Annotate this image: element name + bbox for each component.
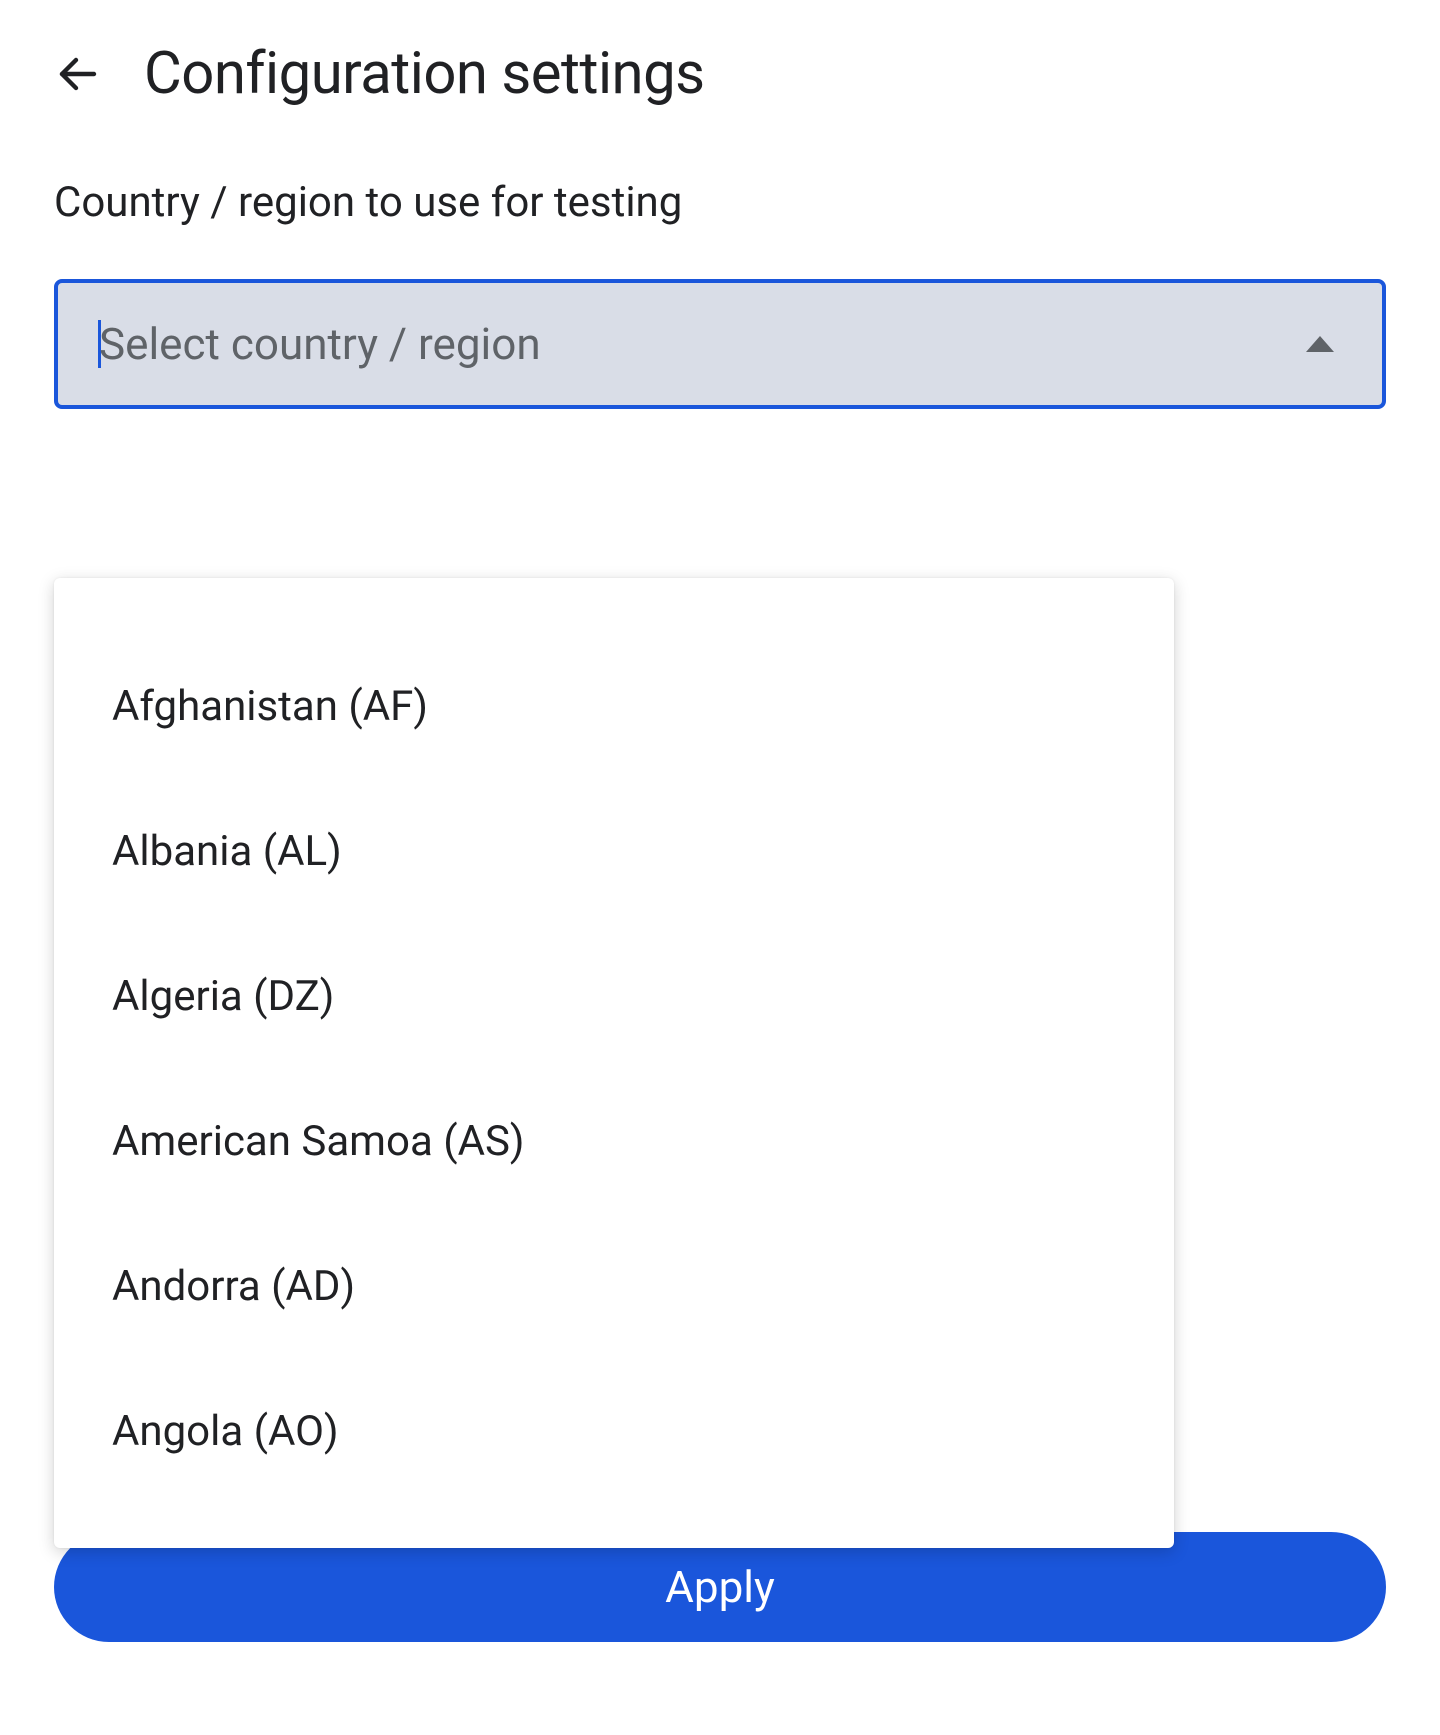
country-dropdown-panel: Afghanistan (AF) Albania (AL) Algeria (D… xyxy=(54,578,1174,1548)
select-placeholder: Select country / region xyxy=(99,318,1306,370)
header: Configuration settings xyxy=(0,0,1440,148)
country-select[interactable]: Select country / region xyxy=(54,279,1386,409)
country-dropdown-list: Afghanistan (AF) Albania (AL) Algeria (D… xyxy=(54,578,1174,1504)
dropdown-option[interactable]: American Samoa (AS) xyxy=(54,1069,1174,1214)
chevron-up-icon xyxy=(1306,336,1334,352)
dropdown-option[interactable]: Afghanistan (AF) xyxy=(54,634,1174,779)
dropdown-option[interactable]: Albania (AL) xyxy=(54,779,1174,924)
dropdown-option[interactable]: Algeria (DZ) xyxy=(54,924,1174,1069)
content-area: Country / region to use for testing Sele… xyxy=(0,178,1440,409)
country-select-container: Select country / region xyxy=(54,279,1386,409)
dropdown-option[interactable]: Andorra (AD) xyxy=(54,1214,1174,1359)
back-arrow-icon[interactable] xyxy=(54,50,102,98)
apply-button[interactable]: Apply xyxy=(54,1532,1386,1642)
page-title: Configuration settings xyxy=(144,40,705,108)
dropdown-option[interactable]: Angola (AO) xyxy=(54,1359,1174,1504)
country-field-label: Country / region to use for testing xyxy=(54,178,1386,227)
